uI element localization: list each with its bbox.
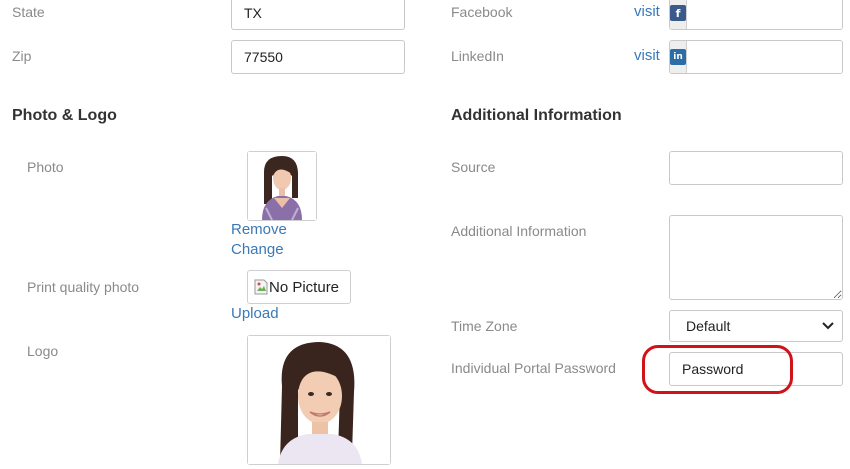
photo-label: Photo bbox=[27, 159, 64, 175]
photo-logo-section-title: Photo & Logo bbox=[12, 107, 117, 124]
portal-password-label: Individual Portal Password bbox=[451, 360, 616, 376]
logo-thumbnail bbox=[247, 335, 391, 465]
linkedin-addon: in bbox=[670, 41, 687, 73]
zip-input[interactable] bbox=[231, 40, 405, 74]
logo-label: Logo bbox=[27, 343, 59, 359]
upload-photo-link[interactable]: Upload bbox=[231, 305, 279, 322]
facebook-input[interactable] bbox=[687, 0, 842, 29]
linkedin-input-group: in bbox=[669, 40, 843, 74]
linkedin-input[interactable] bbox=[687, 41, 842, 73]
zip-label: Zip bbox=[12, 48, 32, 64]
print-photo-placeholder: No Picture bbox=[247, 270, 351, 304]
facebook-label: Facebook bbox=[451, 4, 513, 20]
remove-photo-link[interactable]: Remove bbox=[231, 221, 287, 238]
state-input[interactable] bbox=[231, 0, 405, 30]
person-logo-icon bbox=[248, 336, 390, 464]
facebook-addon: f bbox=[670, 0, 687, 29]
linkedin-icon: in bbox=[670, 49, 686, 65]
state-label: State bbox=[12, 4, 45, 20]
timezone-selected-value: Default bbox=[686, 318, 731, 334]
linkedin-visit-link[interactable]: visit bbox=[634, 47, 660, 64]
linkedin-label: LinkedIn bbox=[451, 48, 504, 64]
additional-info-section-title: Additional Information bbox=[451, 107, 622, 124]
facebook-visit-link[interactable]: visit bbox=[634, 3, 660, 20]
timezone-label: Time Zone bbox=[451, 318, 518, 334]
additional-info-textarea[interactable] bbox=[669, 215, 843, 300]
facebook-icon: f bbox=[670, 5, 686, 21]
no-picture-alt-text: No Picture bbox=[269, 278, 340, 296]
facebook-input-group: f bbox=[669, 0, 843, 30]
chevron-down-icon bbox=[822, 322, 834, 330]
broken-image-icon bbox=[254, 279, 268, 295]
source-label: Source bbox=[451, 159, 496, 175]
portal-password-input[interactable] bbox=[669, 352, 843, 386]
print-photo-label: Print quality photo bbox=[27, 279, 140, 295]
person-photo-icon bbox=[248, 152, 316, 221]
additional-info-label: Additional Information bbox=[451, 223, 587, 239]
photo-thumbnail bbox=[247, 151, 317, 221]
source-input[interactable] bbox=[669, 151, 843, 185]
timezone-select[interactable]: Default bbox=[669, 310, 843, 342]
change-photo-link[interactable]: Change bbox=[231, 241, 284, 258]
